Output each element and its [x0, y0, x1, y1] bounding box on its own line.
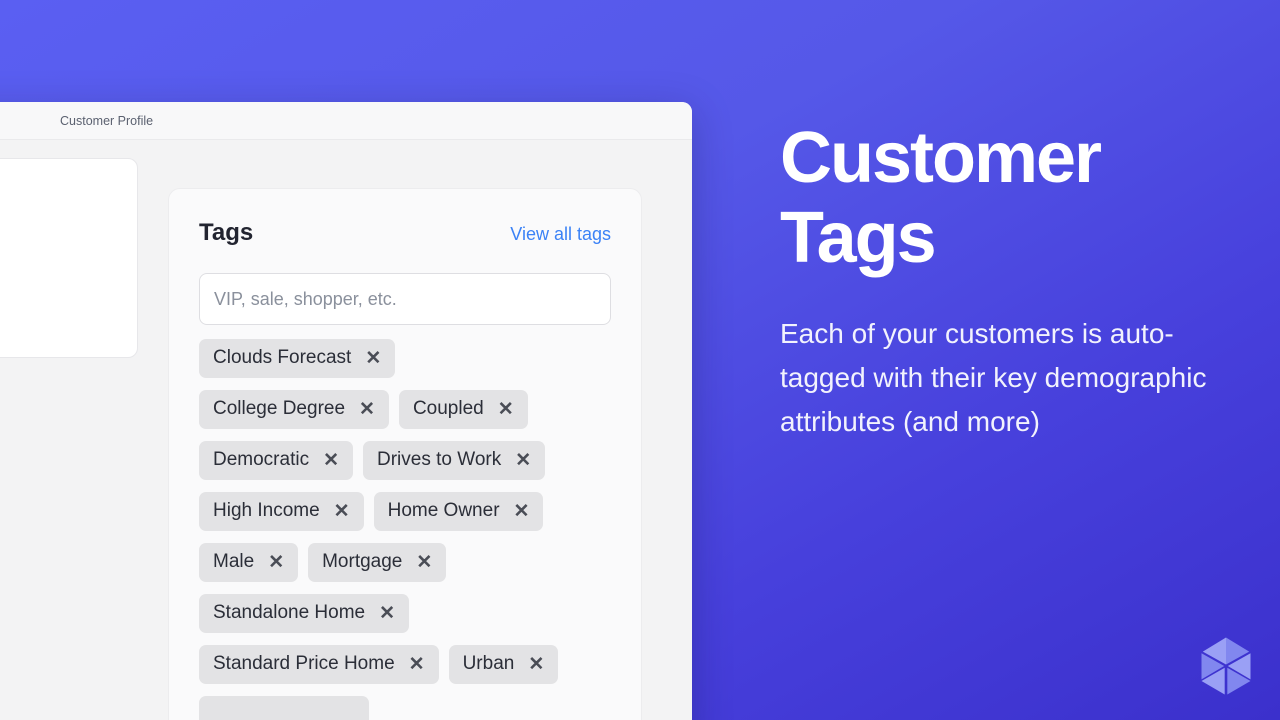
promo-stage: Customer Profile comments Post comments …: [0, 0, 1280, 720]
promo-copy: Customer Tags Each of your customers is …: [780, 118, 1210, 444]
tag-chip-label: Democratic: [213, 449, 309, 471]
app-window: Customer Profile comments Post comments …: [0, 102, 692, 720]
tag-chip-label: Clouds Forecast: [213, 347, 351, 369]
tag-chip-row: Standard Price Home ✕ Urban ✕: [199, 645, 611, 684]
promo-title-line-2: Tags: [780, 198, 1210, 278]
tag-chip[interactable]: Home Owner ✕: [374, 492, 544, 531]
app-header: Customer Profile: [0, 102, 692, 140]
timestamp: 2:33 PM: [0, 664, 138, 686]
tag-search-input[interactable]: [199, 273, 611, 325]
tags-card: Tags View all tags Clouds Forecast✕Colle…: [168, 188, 642, 720]
tag-chip[interactable]: Urban ✕: [449, 645, 559, 684]
tag-chip-label: Male: [213, 551, 254, 573]
tag-chip[interactable]: Standalone Home ✕: [199, 594, 409, 633]
tag-chip-list: Clouds Forecast✕College Degree✕Coupled✕D…: [199, 339, 611, 720]
tag-chip[interactable]: Democratic ✕: [199, 441, 353, 480]
remove-tag-icon[interactable]: ✕: [379, 604, 395, 623]
remove-tag-icon[interactable]: ✕: [268, 553, 284, 572]
left-column: comments Post comments 2:33 PM: [0, 158, 138, 686]
tags-card-header: Tags View all tags: [199, 219, 611, 247]
tag-chip-label: Standalone Home: [213, 602, 365, 624]
comments-label-1: comments: [0, 396, 138, 418]
tag-chip-row: Standalone Home ✕: [199, 594, 611, 633]
tag-chip-row: College Degree ✕ Coupled ✕: [199, 390, 611, 429]
promo-body-text: Each of your customers is auto-tagged wi…: [780, 312, 1210, 444]
tag-chip-row: Democratic ✕ Drives to Work ✕: [199, 441, 611, 480]
remove-tag-icon[interactable]: ✕: [416, 553, 432, 572]
tag-chip-label: Coupled: [413, 398, 484, 420]
tag-chip-label: College Degree: [213, 398, 345, 420]
tag-chip[interactable]: Male ✕: [199, 543, 298, 582]
tag-chip-label: Home Owner: [388, 500, 500, 522]
tag-chip[interactable]: High Income ✕: [199, 492, 364, 531]
tag-chip[interactable]: Standard Price Home ✕: [199, 645, 439, 684]
view-all-tags-link[interactable]: View all tags: [510, 224, 611, 245]
tag-chip-label: Drives to Work: [377, 449, 501, 471]
tag-chip-row: Clouds Forecast ✕: [199, 339, 611, 378]
profile-card: [0, 158, 138, 358]
tag-chip-row: High Income ✕ Home Owner ✕: [199, 492, 611, 531]
tag-chip[interactable]: Drives to Work ✕: [363, 441, 545, 480]
remove-tag-icon[interactable]: ✕: [365, 349, 381, 368]
remove-tag-icon[interactable]: ✕: [323, 451, 339, 470]
tag-chip[interactable]: Mortgage ✕: [308, 543, 446, 582]
tag-chip-label: Standard Price Home: [213, 653, 395, 675]
tag-chip[interactable]: Coupled ✕: [399, 390, 528, 429]
tag-chip-row: [199, 696, 611, 720]
tag-chip[interactable]: College Degree ✕: [199, 390, 389, 429]
tags-title: Tags: [199, 219, 253, 247]
tag-chip-label: High Income: [213, 500, 320, 522]
tag-chip[interactable]: Clouds Forecast ✕: [199, 339, 395, 378]
remove-tag-icon[interactable]: ✕: [515, 451, 531, 470]
tag-chip-label: Mortgage: [322, 551, 402, 573]
app-header-title: Customer Profile: [60, 114, 153, 128]
remove-tag-icon[interactable]: ✕: [498, 400, 514, 419]
remove-tag-icon[interactable]: ✕: [409, 655, 425, 674]
remove-tag-icon[interactable]: ✕: [514, 502, 530, 521]
tag-chip-partial[interactable]: [199, 696, 369, 720]
hexagon-pinwheel-logo-icon: [1196, 636, 1256, 696]
tag-chip-row: Male ✕ Mortgage ✕: [199, 543, 611, 582]
tag-chip-label: Urban: [463, 653, 515, 675]
app-body: comments Post comments 2:33 PM Tags View…: [0, 140, 692, 720]
remove-tag-icon[interactable]: ✕: [528, 655, 544, 674]
promo-title-line-1: Customer: [780, 118, 1210, 198]
comments-label-2: comments: [0, 556, 138, 578]
remove-tag-icon[interactable]: ✕: [359, 400, 375, 419]
remove-tag-icon[interactable]: ✕: [334, 502, 350, 521]
